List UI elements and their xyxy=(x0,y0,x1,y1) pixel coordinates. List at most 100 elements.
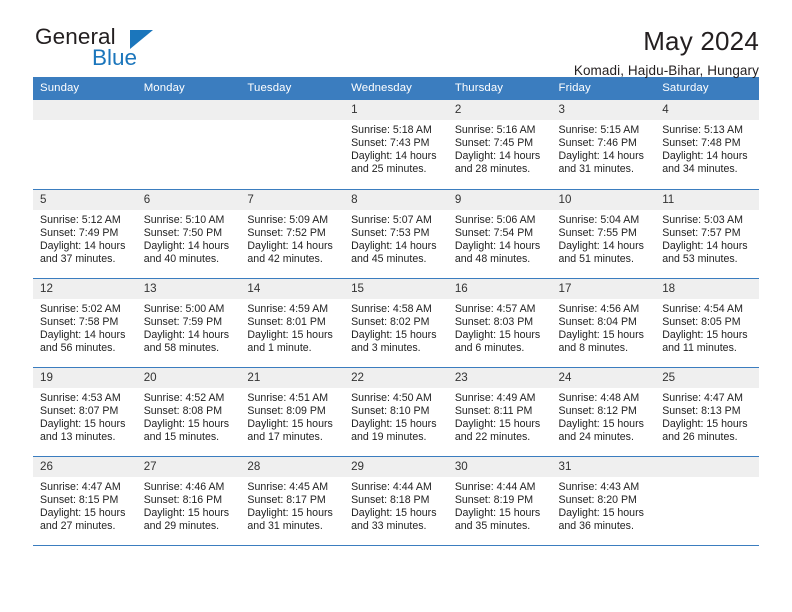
day-number: 14 xyxy=(240,278,345,299)
day-sun-info: Sunrise: 4:54 AM Sunset: 8:05 PM Daylight:… xyxy=(655,299,759,355)
calendar-day-cell[interactable]: 26 Sunrise: 4:47 AM Sunset: 8:15 PM Dayligh… xyxy=(33,456,137,546)
calendar-day-cell[interactable]: 23 Sunrise: 4:49 AM Sunset: 8:11 PM Dayligh… xyxy=(447,367,552,457)
day-sun-info: Sunrise: 5:18 AM Sunset: 7:43 PM Daylight:… xyxy=(344,120,448,176)
day-number: 24 xyxy=(551,367,656,388)
daylight-text: Daylight: 15 hours and 17 minutes. xyxy=(247,417,333,443)
day-sun-info: Sunrise: 5:15 AM Sunset: 7:46 PM Daylight:… xyxy=(552,120,656,176)
sunrise-text: Sunrise: 4:47 AM xyxy=(662,391,743,404)
calendar-day-cell[interactable]: 18 Sunrise: 4:54 AM Sunset: 8:05 PM Dayligh… xyxy=(655,278,759,368)
weekday-header-friday: Friday xyxy=(551,77,656,100)
sunset-text: Sunset: 8:16 PM xyxy=(143,493,223,506)
calendar-day-cell[interactable]: 29 Sunrise: 4:44 AM Sunset: 8:18 PM Dayligh… xyxy=(344,456,448,546)
sunrise-text: Sunrise: 4:56 AM xyxy=(558,302,640,315)
day-number: 27 xyxy=(136,456,241,477)
daylight-text: Daylight: 15 hours and 35 minutes. xyxy=(454,506,541,532)
calendar-day-cell[interactable]: 1 Sunrise: 5:18 AM Sunset: 7:43 PM Daylight… xyxy=(344,100,448,190)
sunrise-text: Sunrise: 5:06 AM xyxy=(454,213,536,226)
sunset-text: Sunset: 8:03 PM xyxy=(454,315,534,328)
calendar-day-cell[interactable]: 24 Sunrise: 4:48 AM Sunset: 8:12 PM Dayligh… xyxy=(551,367,656,457)
calendar-day-cell[interactable]: 11 Sunrise: 5:03 AM Sunset: 7:57 PM Dayligh… xyxy=(655,189,759,279)
sunrise-text: Sunrise: 4:43 AM xyxy=(558,480,640,493)
daylight-text: Daylight: 14 hours and 56 minutes. xyxy=(40,328,126,354)
weekday-header-saturday: Saturday xyxy=(655,77,759,100)
daylight-text: Daylight: 15 hours and 22 minutes. xyxy=(454,417,541,443)
sunrise-text: Sunrise: 4:57 AM xyxy=(454,302,536,315)
sunset-text: Sunset: 8:07 PM xyxy=(40,404,119,417)
daylight-text: Daylight: 15 hours and 33 minutes. xyxy=(351,506,437,532)
calendar-day-cell-empty xyxy=(136,100,241,190)
day-sun-info: Sunrise: 4:44 AM Sunset: 8:19 PM Daylight:… xyxy=(448,477,552,533)
day-sun-info: Sunrise: 4:48 AM Sunset: 8:12 PM Daylight:… xyxy=(552,388,656,444)
day-sun-info: Sunrise: 4:47 AM Sunset: 8:15 PM Daylight:… xyxy=(33,477,137,533)
day-number: 31 xyxy=(551,456,656,477)
weekday-header-thursday: Thursday xyxy=(447,77,552,100)
calendar-day-cell[interactable]: 12 Sunrise: 5:02 AM Sunset: 7:58 PM Dayligh… xyxy=(33,278,137,368)
daylight-text: Daylight: 15 hours and 8 minutes. xyxy=(558,328,644,354)
day-sun-info: Sunrise: 5:13 AM Sunset: 7:48 PM Daylight:… xyxy=(655,120,759,176)
calendar-day-cell[interactable]: 2 Sunrise: 5:16 AM Sunset: 7:45 PM Daylight… xyxy=(447,100,552,190)
calendar-day-cell[interactable]: 3 Sunrise: 5:15 AM Sunset: 7:46 PM Daylight… xyxy=(551,100,656,190)
calendar-day-cell[interactable]: 5 Sunrise: 5:12 AM Sunset: 7:49 PM Daylight… xyxy=(33,189,137,279)
day-sun-info: Sunrise: 5:04 AM Sunset: 7:55 PM Daylight:… xyxy=(552,210,656,266)
calendar-day-cell[interactable]: 6 Sunrise: 5:10 AM Sunset: 7:50 PM Daylight… xyxy=(136,189,241,279)
sunset-text: Sunset: 8:04 PM xyxy=(558,315,637,328)
sunset-text: Sunset: 7:57 PM xyxy=(662,226,741,239)
sunrise-text: Sunrise: 5:16 AM xyxy=(454,124,536,136)
day-number: 15 xyxy=(344,278,448,299)
day-number: 26 xyxy=(33,456,137,477)
generalblue-logo: General Blue xyxy=(33,25,183,78)
calendar-day-cell[interactable]: 10 Sunrise: 5:04 AM Sunset: 7:55 PM Dayligh… xyxy=(551,189,656,279)
calendar-day-cell[interactable]: 22 Sunrise: 4:50 AM Sunset: 8:10 PM Dayligh… xyxy=(344,367,448,457)
sunset-text: Sunset: 7:45 PM xyxy=(454,137,534,150)
calendar-day-cell[interactable]: 30 Sunrise: 4:44 AM Sunset: 8:19 PM Dayligh… xyxy=(447,456,552,546)
calendar-day-cell[interactable]: 9 Sunrise: 5:06 AM Sunset: 7:54 PM Daylight… xyxy=(447,189,552,279)
day-number: 4 xyxy=(655,100,759,120)
sunrise-text: Sunrise: 5:00 AM xyxy=(143,302,225,315)
calendar-day-cell[interactable]: 31 Sunrise: 4:43 AM Sunset: 8:20 PM Dayligh… xyxy=(551,456,656,546)
sunset-text: Sunset: 8:11 PM xyxy=(454,404,533,417)
sunrise-text: Sunrise: 4:46 AM xyxy=(143,480,225,493)
calendar-day-cell[interactable]: 20 Sunrise: 4:52 AM Sunset: 8:08 PM Dayligh… xyxy=(136,367,241,457)
sunset-text: Sunset: 8:08 PM xyxy=(143,404,223,417)
day-sun-info: Sunrise: 4:53 AM Sunset: 8:07 PM Daylight:… xyxy=(33,388,137,444)
sunset-text: Sunset: 7:52 PM xyxy=(247,226,326,239)
calendar-day-cell-empty xyxy=(240,100,345,190)
day-number xyxy=(240,100,345,120)
calendar-week-row: 19 Sunrise: 4:53 AM Sunset: 8:07 PM Dayligh… xyxy=(33,367,759,457)
calendar-day-cell[interactable]: 28 Sunrise: 4:45 AM Sunset: 8:17 PM Dayligh… xyxy=(240,456,345,546)
daylight-text: Daylight: 15 hours and 27 minutes. xyxy=(40,506,126,532)
daylight-text: Daylight: 15 hours and 11 minutes. xyxy=(662,328,748,354)
day-number: 10 xyxy=(551,189,656,210)
day-sun-info: Sunrise: 4:52 AM Sunset: 8:08 PM Daylight:… xyxy=(137,388,241,444)
calendar-week-row: 12 Sunrise: 5:02 AM Sunset: 7:58 PM Dayligh… xyxy=(33,278,759,368)
calendar-day-cell[interactable]: 16 Sunrise: 4:57 AM Sunset: 8:03 PM Dayligh… xyxy=(447,278,552,368)
day-number: 20 xyxy=(136,367,241,388)
day-sun-info: Sunrise: 5:06 AM Sunset: 7:54 PM Daylight:… xyxy=(448,210,552,266)
calendar-day-cell[interactable]: 27 Sunrise: 4:46 AM Sunset: 8:16 PM Dayligh… xyxy=(136,456,241,546)
day-number: 9 xyxy=(447,189,552,210)
sunrise-text: Sunrise: 5:13 AM xyxy=(662,124,743,136)
sunset-text: Sunset: 8:05 PM xyxy=(662,315,741,328)
calendar-day-cell[interactable]: 21 Sunrise: 4:51 AM Sunset: 8:09 PM Dayligh… xyxy=(240,367,345,457)
calendar-day-cell[interactable]: 8 Sunrise: 5:07 AM Sunset: 7:53 PM Daylight… xyxy=(344,189,448,279)
daylight-text: Daylight: 15 hours and 19 minutes. xyxy=(351,417,437,443)
day-number: 22 xyxy=(344,367,448,388)
sunrise-text: Sunrise: 4:54 AM xyxy=(662,302,743,315)
daylight-text: Daylight: 14 hours and 48 minutes. xyxy=(454,239,541,265)
daylight-text: Daylight: 15 hours and 15 minutes. xyxy=(143,417,230,443)
sunset-text: Sunset: 7:49 PM xyxy=(40,226,119,239)
calendar-day-cell[interactable]: 15 Sunrise: 4:58 AM Sunset: 8:02 PM Dayligh… xyxy=(344,278,448,368)
calendar-week-row: 26 Sunrise: 4:47 AM Sunset: 8:15 PM Dayligh… xyxy=(33,456,759,546)
calendar-day-cell[interactable]: 19 Sunrise: 4:53 AM Sunset: 8:07 PM Dayligh… xyxy=(33,367,137,457)
calendar-day-cell[interactable]: 14 Sunrise: 4:59 AM Sunset: 8:01 PM Dayligh… xyxy=(240,278,345,368)
calendar-day-cell[interactable]: 7 Sunrise: 5:09 AM Sunset: 7:52 PM Daylight… xyxy=(240,189,345,279)
calendar-day-cell[interactable]: 13 Sunrise: 5:00 AM Sunset: 7:59 PM Dayligh… xyxy=(136,278,241,368)
day-number: 30 xyxy=(447,456,552,477)
calendar-day-cell[interactable]: 25 Sunrise: 4:47 AM Sunset: 8:13 PM Dayligh… xyxy=(655,367,759,457)
day-number: 13 xyxy=(136,278,241,299)
calendar-day-cell[interactable]: 4 Sunrise: 5:13 AM Sunset: 7:48 PM Daylight… xyxy=(655,100,759,190)
sunset-text: Sunset: 7:58 PM xyxy=(40,315,119,328)
calendar-day-cell[interactable]: 17 Sunrise: 4:56 AM Sunset: 8:04 PM Dayligh… xyxy=(551,278,656,368)
day-number: 29 xyxy=(344,456,448,477)
sunrise-text: Sunrise: 4:50 AM xyxy=(351,391,432,404)
